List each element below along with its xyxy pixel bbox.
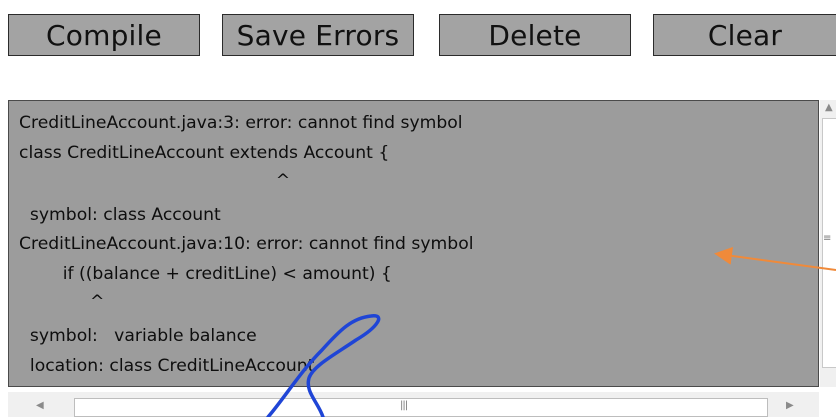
scroll-up-arrow-icon[interactable]: ▲ (825, 103, 833, 113)
save-errors-button[interactable]: Save Errors (222, 14, 414, 56)
compile-button[interactable]: Compile (8, 14, 200, 56)
scroll-left-arrow-icon[interactable]: ◀ (36, 401, 44, 411)
horizontal-scroll-thumb[interactable] (74, 398, 768, 417)
output-line: CreditLineAccount.java:3: error: cannot … (19, 113, 463, 133)
output-line: symbol: class Account (19, 205, 221, 225)
horizontal-scrollbar[interactable]: ◀ ||| ▶ (8, 392, 819, 417)
clear-button[interactable]: Clear (653, 14, 836, 56)
output-line: location: class CreditLineAccount (19, 356, 315, 376)
scroll-right-arrow-icon[interactable]: ▶ (786, 401, 794, 411)
error-output-area[interactable]: CreditLineAccount.java:3: error: cannot … (8, 100, 819, 387)
output-line: symbol: variable balance (19, 326, 257, 346)
delete-button[interactable]: Delete (439, 14, 631, 56)
output-line: CreditLineAccount.java:10: error: cannot… (19, 234, 474, 254)
output-line: class CreditLineAccount extends Account … (19, 143, 390, 163)
grip-icon: ||| (400, 400, 408, 411)
output-line: if ((balance + creditLine) < amount) { (19, 264, 392, 284)
vertical-scrollbar[interactable]: ▲ ≡ (820, 100, 836, 387)
grip-icon: ≡ (823, 233, 831, 244)
output-line: ^ (19, 292, 105, 312)
output-line: ^ (19, 171, 291, 191)
